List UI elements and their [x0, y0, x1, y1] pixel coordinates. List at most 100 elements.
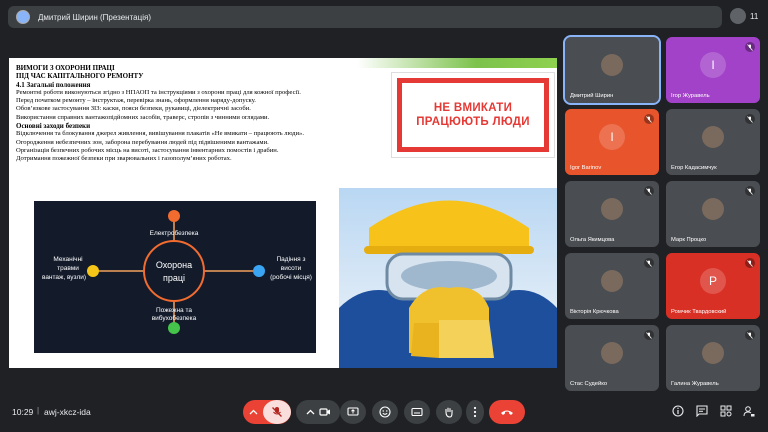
- diagram-node-top: [168, 210, 180, 222]
- participant-initial-avatar: Р: [700, 268, 726, 294]
- diagram-center-label-2: праці: [163, 273, 185, 283]
- participant-video-thumbnail: [601, 270, 623, 292]
- captions-icon: [411, 407, 423, 417]
- activities-icon: [720, 405, 732, 417]
- participant-video-thumbnail: [702, 342, 724, 364]
- participant-tile[interactable]: Егор Кадасимчук: [666, 109, 760, 175]
- more-vertical-icon: [473, 406, 477, 418]
- slide-heading: Основні заходи безпеки: [16, 122, 91, 131]
- mic-muted-icon: [745, 258, 755, 268]
- participant-name: Егор Кадасимчук: [671, 165, 717, 171]
- host-controls-button[interactable]: [742, 404, 756, 418]
- mic-muted-icon: [644, 330, 654, 340]
- participant-name: Стас Судейко: [570, 381, 608, 387]
- mic-off-button[interactable]: [263, 400, 291, 424]
- slide-paragraph: Перед початком ремонту – інструктаж, пер…: [16, 97, 256, 105]
- participant-tile[interactable]: Дмитрий Ширин: [563, 35, 661, 105]
- participant-tile[interactable]: Ольга Якимцова: [565, 181, 659, 247]
- diagram-node-bottom: [168, 322, 180, 334]
- diagram-right-label-1: Падіння з: [276, 255, 305, 263]
- participant-tile[interactable]: I Igor Barinov: [565, 109, 659, 175]
- chat-icon: [696, 405, 708, 417]
- slide-paragraph: Ремонтні роботи виконуються згідно з НПА…: [16, 88, 301, 96]
- end-call-icon: [501, 410, 513, 415]
- safety-worker-image: [339, 188, 557, 368]
- presentation-title: Дмитрий Ширин (Презентація): [38, 12, 151, 22]
- diagram-left-label-2: травми: [57, 265, 79, 272]
- mic-muted-icon: [644, 114, 654, 124]
- slide-paragraph: Відключення та блокування джерел живленн…: [16, 130, 305, 138]
- participant-name: Марк Процко: [671, 237, 707, 243]
- warning-sign: НЕ ВМИКАТИ ПРАЦЮЮТЬ ЛЮДИ: [391, 72, 555, 158]
- participant-name: Галина Журавель: [671, 381, 719, 387]
- leave-call-button[interactable]: [489, 400, 525, 424]
- diagram-top-label: Електробезпека: [150, 229, 199, 237]
- hand-icon: [445, 407, 453, 418]
- slide-decoration-top: [357, 58, 557, 68]
- diagram-center-label-1: Охорона: [156, 260, 192, 270]
- emoji-icon: [379, 406, 391, 418]
- chat-button[interactable]: [695, 404, 709, 418]
- mic-muted-icon: [745, 330, 755, 340]
- participant-name: Вікторія Крючкова: [570, 309, 619, 315]
- present-button[interactable]: [340, 400, 366, 424]
- slide-paragraph: Обов’язкове застосування ЗІЗ: каски, поя…: [16, 105, 251, 113]
- people-avatars-icon: [730, 8, 746, 24]
- mic-muted-icon: [745, 186, 755, 196]
- more-options-button[interactable]: [466, 400, 484, 424]
- raise-hand-button[interactable]: [436, 400, 462, 424]
- participant-name: Ромчик Твардовский: [671, 309, 727, 315]
- mic-muted-icon: [745, 42, 755, 52]
- safety-diagram-svg: Охорона праці Електробезпека Механічні т…: [42, 210, 312, 334]
- participant-tile[interactable]: І Ігор Журавель: [666, 37, 760, 103]
- camera-icon: [318, 408, 330, 416]
- participant-video-thumbnail: [601, 54, 623, 76]
- present-screen-icon: [347, 407, 359, 416]
- presenter-avatar: [16, 10, 30, 24]
- participant-tile[interactable]: Вікторія Крючкова: [565, 253, 659, 319]
- participant-tile[interactable]: Марк Процко: [666, 181, 760, 247]
- safety-worker-illustration: [339, 200, 557, 368]
- participant-count-indicator[interactable]: 11: [730, 8, 758, 24]
- meeting-info-button[interactable]: [671, 404, 685, 418]
- safety-diagram: Охорона праці Електробезпека Механічні т…: [34, 201, 316, 353]
- activities-button[interactable]: [719, 404, 733, 418]
- presentation-title-bar: Дмитрий Ширин (Презентація): [8, 6, 722, 28]
- slide-heading: 4.1 Загальні положення: [16, 80, 91, 89]
- slide-heading: ПІД ЧАС КАПІТАЛЬНОГО РЕМОНТУ: [16, 72, 144, 81]
- reactions-button[interactable]: [372, 400, 398, 424]
- diagram-node-left: [87, 265, 99, 277]
- meeting-code: awj-xkcz-ida: [44, 407, 91, 417]
- chevron-up-icon[interactable]: [306, 408, 315, 417]
- diagram-bottom-label-1: Пожежна та: [156, 307, 192, 314]
- diagram-right-label-3: (робочі місця): [270, 273, 312, 281]
- mic-muted-icon: [745, 114, 755, 124]
- participant-tile[interactable]: Галина Журавель: [666, 325, 760, 391]
- participant-video-thumbnail: [601, 198, 623, 220]
- meeting-control-bar: 10:29 | awj-xkcz-ida: [0, 395, 768, 432]
- info-icon: [672, 405, 684, 417]
- participant-tile[interactable]: Стас Судейко: [565, 325, 659, 391]
- meeting-time: 10:29: [12, 407, 34, 417]
- participant-count: 11: [750, 11, 759, 21]
- captions-button[interactable]: [404, 400, 430, 424]
- participant-video-thumbnail: [702, 198, 724, 220]
- diagram-right-label-2: висоти: [281, 265, 302, 272]
- camera-control[interactable]: [296, 400, 340, 424]
- slide-paragraph: Огородження небезпечних зон, заборона пе…: [16, 138, 269, 146]
- warning-sign-line2: ПРАЦЮЮТЬ ЛЮДИ: [416, 116, 530, 128]
- slide-paragraph: Використання справних вантажопідйомних з…: [16, 113, 270, 121]
- diagram-bottom-label-2: вибухобезпека: [152, 314, 197, 322]
- participant-tile[interactable]: Р Ромчик Твардовский: [666, 253, 760, 319]
- chevron-up-icon[interactable]: [249, 408, 258, 417]
- lock-person-icon: [743, 406, 755, 417]
- diagram-left-label-1: Механічні: [53, 255, 82, 263]
- warning-sign-line1: НЕ ВМИКАТИ: [433, 102, 513, 114]
- participant-name: Igor Barinov: [570, 165, 602, 171]
- mic-muted-icon: [644, 258, 654, 268]
- participant-initial-avatar: I: [599, 124, 625, 150]
- participant-name: Ігор Журавель: [671, 93, 710, 99]
- diagram-center-circle: [143, 240, 205, 302]
- slide-paragraph: Дотримання пожежної безпеки при зварювал…: [16, 155, 232, 163]
- mic-muted-icon: [644, 186, 654, 196]
